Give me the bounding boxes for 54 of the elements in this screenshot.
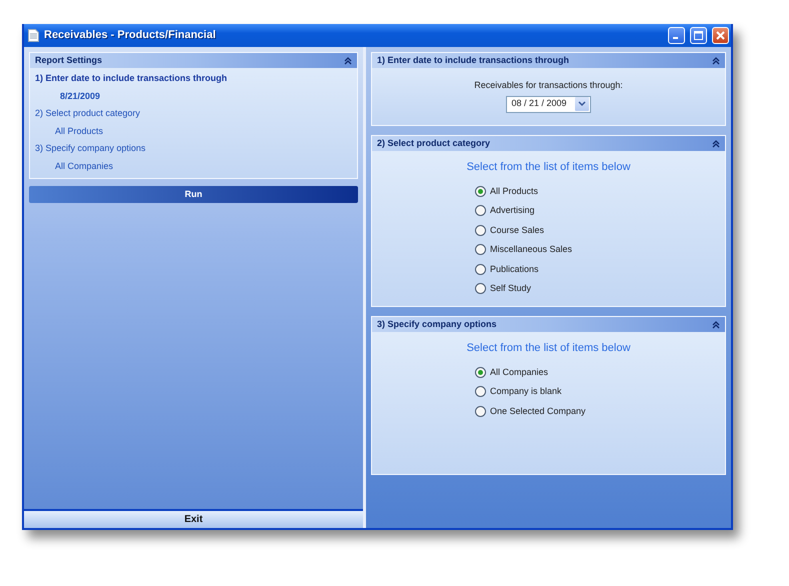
list-heading: Select from the list of items below (466, 160, 632, 175)
panel-title: Report Settings (35, 54, 102, 67)
radio-button[interactable] (475, 205, 486, 216)
step-value: All Companies (54, 160, 114, 173)
step-value: 8/21/2009 (59, 90, 102, 102)
exit-button[interactable]: Exit (24, 509, 363, 528)
collapse-icon[interactable] (712, 140, 720, 148)
radio-button[interactable] (475, 244, 486, 256)
maximize-icon (694, 31, 703, 40)
collapse-icon[interactable] (712, 56, 720, 64)
option-label: Advertising (490, 204, 535, 217)
step-link[interactable]: 2) Select product category (30, 105, 357, 122)
radio-option[interactable]: All Products (372, 182, 725, 201)
option-label: Self Study (490, 282, 532, 295)
radio-button[interactable] (475, 186, 486, 197)
radio-option[interactable]: Company is blank (372, 382, 725, 402)
close-button[interactable] (712, 27, 729, 44)
option-label: Company is blank (490, 385, 562, 398)
radio-option[interactable]: Course Sales (372, 220, 725, 240)
radio-option[interactable]: Publications (372, 260, 725, 279)
option-label: All Companies (490, 366, 548, 379)
option-label: One Selected Company (490, 404, 586, 418)
option-label: All Products (490, 184, 538, 198)
date-field[interactable]: 08 / 21 / 2009 (506, 96, 591, 112)
collapse-icon[interactable] (344, 56, 352, 64)
radio-button[interactable] (475, 283, 486, 294)
section-title: 1) Enter date to include transactions through (377, 54, 570, 67)
radio-button[interactable] (475, 224, 486, 236)
option-label: Publications (490, 262, 539, 276)
radio-button[interactable] (475, 406, 486, 417)
list-heading: Select from the list of items below (466, 341, 632, 356)
document-icon (28, 29, 39, 42)
run-button[interactable]: Run (29, 186, 358, 203)
section-title: 3) Specify company options (377, 318, 497, 331)
radio-button[interactable] (475, 386, 486, 398)
maximize-button[interactable] (690, 27, 707, 44)
window-title: Receivables - Products/Financial (44, 28, 217, 44)
radio-option[interactable]: All Companies (372, 362, 725, 382)
step-link[interactable]: 1) Enter date to include transactions through (30, 70, 357, 88)
radio-option[interactable]: Advertising (372, 201, 725, 220)
field-label: Receivables for transactions through: (474, 79, 623, 92)
option-label: Miscellaneous Sales (490, 243, 572, 256)
step-value: All Products (54, 124, 104, 138)
radio-button[interactable] (475, 264, 486, 275)
close-icon (716, 31, 725, 40)
minimize-button[interactable] (668, 27, 685, 44)
step-link[interactable]: 3) Specify company options (30, 140, 357, 158)
radio-option[interactable]: One Selected Company (372, 402, 725, 421)
radio-option[interactable]: Self Study (372, 279, 725, 298)
radio-button[interactable] (475, 366, 486, 378)
section-title: 2) Select product category (377, 136, 490, 150)
option-label: Course Sales (490, 224, 544, 236)
collapse-icon[interactable] (712, 320, 720, 328)
radio-option[interactable]: Miscellaneous Sales (372, 240, 725, 260)
